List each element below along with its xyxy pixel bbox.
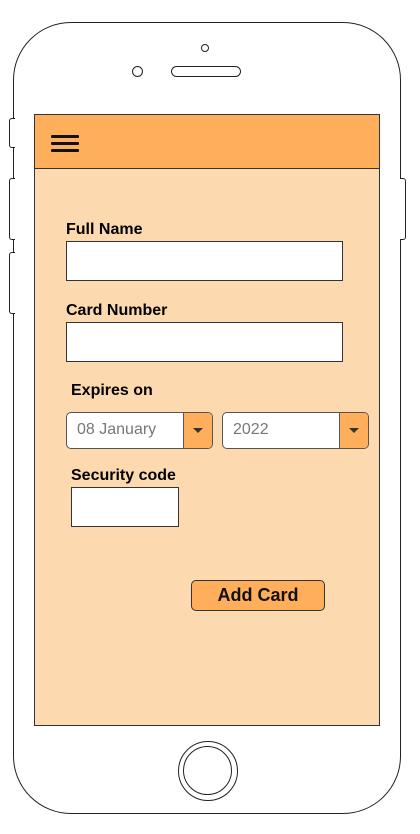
home-button bbox=[178, 741, 238, 801]
security-code-label: Security code bbox=[71, 467, 176, 484]
expiry-year-select[interactable]: 2022 bbox=[222, 412, 369, 449]
chevron-down-icon[interactable] bbox=[183, 413, 212, 448]
chevron-down-icon[interactable] bbox=[339, 413, 368, 448]
home-button-inner bbox=[183, 746, 232, 795]
camera-icon bbox=[201, 44, 209, 52]
expiry-date-select[interactable]: 08 January bbox=[66, 412, 213, 449]
hamburger-menu-icon[interactable] bbox=[51, 135, 79, 153]
header-bar bbox=[35, 115, 379, 169]
power-button bbox=[400, 178, 406, 240]
add-card-button[interactable]: Add Card bbox=[191, 580, 325, 611]
card-number-input[interactable] bbox=[66, 322, 343, 362]
security-code-input[interactable] bbox=[71, 487, 179, 527]
app-screen: Full Name Card Number Expires on 08 Janu… bbox=[34, 114, 380, 726]
expiry-date-value: 08 January bbox=[77, 421, 157, 438]
speaker-grille bbox=[171, 66, 241, 77]
expiry-year-value: 2022 bbox=[233, 421, 269, 438]
card-number-label: Card Number bbox=[66, 302, 168, 319]
full-name-label: Full Name bbox=[66, 221, 143, 238]
mute-switch bbox=[9, 118, 15, 148]
expires-label: Expires on bbox=[71, 382, 153, 399]
volume-up-button bbox=[9, 178, 15, 240]
full-name-input[interactable] bbox=[66, 241, 343, 281]
volume-down-button bbox=[9, 252, 15, 314]
front-camera-icon bbox=[132, 66, 143, 77]
